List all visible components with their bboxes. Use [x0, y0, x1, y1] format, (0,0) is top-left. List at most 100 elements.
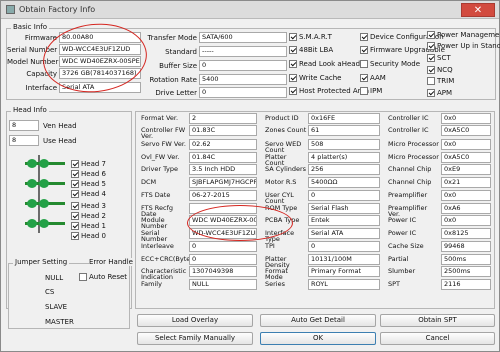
head-5-checkbox[interactable]: [71, 180, 79, 188]
detail-value-field[interactable]: 0x16FE: [308, 113, 380, 124]
interface-field[interactable]: Serial ATA: [59, 82, 141, 93]
detail-value-field[interactable]: 0x0: [441, 190, 491, 201]
apm-checkbox[interactable]: [427, 89, 435, 97]
drive-letter-field[interactable]: 0: [199, 87, 287, 98]
ven-head-field[interactable]: 8: [9, 120, 39, 131]
cancel-button[interactable]: Cancel: [380, 332, 495, 345]
detail-value-field[interactable]: 4 platter(s): [308, 152, 380, 163]
use-head-field[interactable]: 8: [9, 135, 39, 146]
detail-value-field[interactable]: 500ms: [441, 254, 491, 265]
detail-value-field[interactable]: 0x0: [441, 113, 491, 124]
detail-value-field[interactable]: Primary Format: [308, 266, 380, 277]
detail-value-field[interactable]: 1307049398: [189, 266, 257, 277]
trim-checkbox[interactable]: [427, 77, 435, 85]
detail-label: Controller IC: [388, 114, 429, 122]
smart-checkbox[interactable]: [289, 33, 297, 41]
detail-value-field[interactable]: WDC WD40EZRX-00SPE: [189, 215, 257, 226]
detail-value-field[interactable]: 0: [308, 190, 380, 201]
select-family-button[interactable]: Select Family Manually: [137, 332, 253, 345]
detail-value-field[interactable]: 99468: [441, 241, 491, 252]
detail-value-field[interactable]: 2: [189, 113, 257, 124]
detail-value-field[interactable]: 508: [308, 139, 380, 150]
host-protected-area-checkbox[interactable]: [289, 87, 297, 95]
security-mode-label: Security Mode: [370, 60, 421, 68]
rotation-rate-field[interactable]: 5400: [199, 74, 287, 85]
detail-label: Characteristic Indication: [141, 267, 187, 281]
detail-value-field[interactable]: 0xA5C0: [441, 152, 491, 163]
detail-value-field[interactable]: 0xE9: [441, 164, 491, 175]
detail-label: Interleave: [141, 242, 174, 250]
model-number-field[interactable]: WDC WD40EZRX-00SPEB0: [59, 56, 141, 67]
standard-field[interactable]: -----: [199, 46, 287, 57]
device-configuration-checkbox[interactable]: [360, 33, 368, 41]
aam-checkbox[interactable]: [360, 74, 368, 82]
head-2-checkbox[interactable]: [71, 212, 79, 220]
detail-value-field[interactable]: 0xA6: [441, 203, 491, 214]
close-button[interactable]: ✕: [461, 3, 495, 17]
load-overlay-button[interactable]: Load Overlay: [137, 314, 253, 327]
head-1-checkbox[interactable]: [71, 222, 79, 230]
serial-number-field[interactable]: WD-WCC4E3UF1ZUD: [59, 44, 141, 55]
error-handle-title: Error Handle: [89, 258, 133, 266]
head-6-checkbox[interactable]: [71, 170, 79, 178]
head-7-label: Head 7: [81, 160, 106, 168]
detail-value-field[interactable]: [189, 203, 257, 214]
auto-reset-checkbox[interactable]: [79, 273, 87, 281]
head-3-checkbox[interactable]: [71, 202, 79, 210]
detail-value-field[interactable]: 0x0: [441, 139, 491, 150]
head-4-checkbox[interactable]: [71, 190, 79, 198]
detail-value-field[interactable]: Serial Flash: [308, 203, 380, 214]
firmware-field[interactable]: 80.00A80: [59, 32, 141, 43]
detail-label: Power IC: [388, 216, 417, 224]
buffer-size-field[interactable]: 0: [199, 60, 287, 71]
title-bar[interactable]: Obtain Factory Info ✕: [1, 1, 499, 19]
detail-value-field[interactable]: NULL: [189, 279, 257, 290]
detail-value-field[interactable]: 0x8125: [441, 228, 491, 239]
detail-value-field[interactable]: 3.5 Inch HDD: [189, 164, 257, 175]
write-cache-checkbox[interactable]: [289, 74, 297, 82]
head-7-checkbox[interactable]: [71, 160, 79, 168]
security-mode-checkbox[interactable]: [360, 60, 368, 68]
detail-label: ECC+CRC(Byte): [141, 255, 193, 263]
detail-value-field[interactable]: 2500ms: [441, 266, 491, 277]
detail-value-field[interactable]: 0: [189, 254, 257, 265]
sct-checkbox[interactable]: [427, 54, 435, 62]
detail-value-field[interactable]: 0x21: [441, 177, 491, 188]
detail-value-field[interactable]: 5400ΩΩ: [308, 177, 380, 188]
power-up-standby-label: Power Up in Standby: [437, 42, 500, 50]
detail-value-field[interactable]: 01.84C: [189, 152, 257, 163]
detail-value-field[interactable]: 0xA5C0: [441, 125, 491, 136]
detail-value-field[interactable]: 02.62: [189, 139, 257, 150]
detail-value-field[interactable]: SJBFLAPGMJ7HGCPRXVG: [189, 177, 257, 188]
read-look-ahead-checkbox[interactable]: [289, 60, 297, 68]
detail-value-field[interactable]: WD-WCC4E3UF1ZUD: [189, 228, 257, 239]
capacity-label: Capacity: [26, 70, 57, 78]
transfer-mode-field[interactable]: SATA/600: [199, 32, 287, 43]
detail-value-field[interactable]: ROYL: [308, 279, 380, 290]
detail-value-field[interactable]: Serial ATA: [308, 228, 380, 239]
detail-value-field[interactable]: 256: [308, 164, 380, 175]
detail-value-field[interactable]: 01.83C: [189, 125, 257, 136]
power-up-standby-checkbox[interactable]: [427, 42, 435, 50]
detail-label: Zones Count: [265, 126, 307, 134]
ok-button[interactable]: OK: [260, 332, 376, 345]
detail-value-field[interactable]: 0x0: [441, 215, 491, 226]
detail-value-field[interactable]: 10131/100M: [308, 254, 380, 265]
capacity-field[interactable]: 3726 GB(7814037168): [59, 68, 141, 79]
detail-label: PCBA Type: [265, 216, 300, 224]
detail-value-field[interactable]: 2116: [441, 279, 491, 290]
head-0-checkbox[interactable]: [71, 232, 79, 240]
detail-value-field[interactable]: Entek: [308, 215, 380, 226]
obtain-spt-button[interactable]: Obtain SPT: [380, 314, 495, 327]
lba48-checkbox[interactable]: [289, 46, 297, 54]
detail-value-field[interactable]: 06-27-2015: [189, 190, 257, 201]
detail-value-field[interactable]: 0: [308, 241, 380, 252]
standard-label: Standard: [165, 48, 197, 56]
ncq-checkbox[interactable]: [427, 66, 435, 74]
auto-get-detail-button[interactable]: Auto Get Detail: [260, 314, 376, 327]
ipm-checkbox[interactable]: [360, 87, 368, 95]
power-management-checkbox[interactable]: [427, 31, 435, 39]
detail-value-field[interactable]: 0: [189, 241, 257, 252]
firmware-upgradable-checkbox[interactable]: [360, 46, 368, 54]
detail-value-field[interactable]: 61: [308, 125, 380, 136]
